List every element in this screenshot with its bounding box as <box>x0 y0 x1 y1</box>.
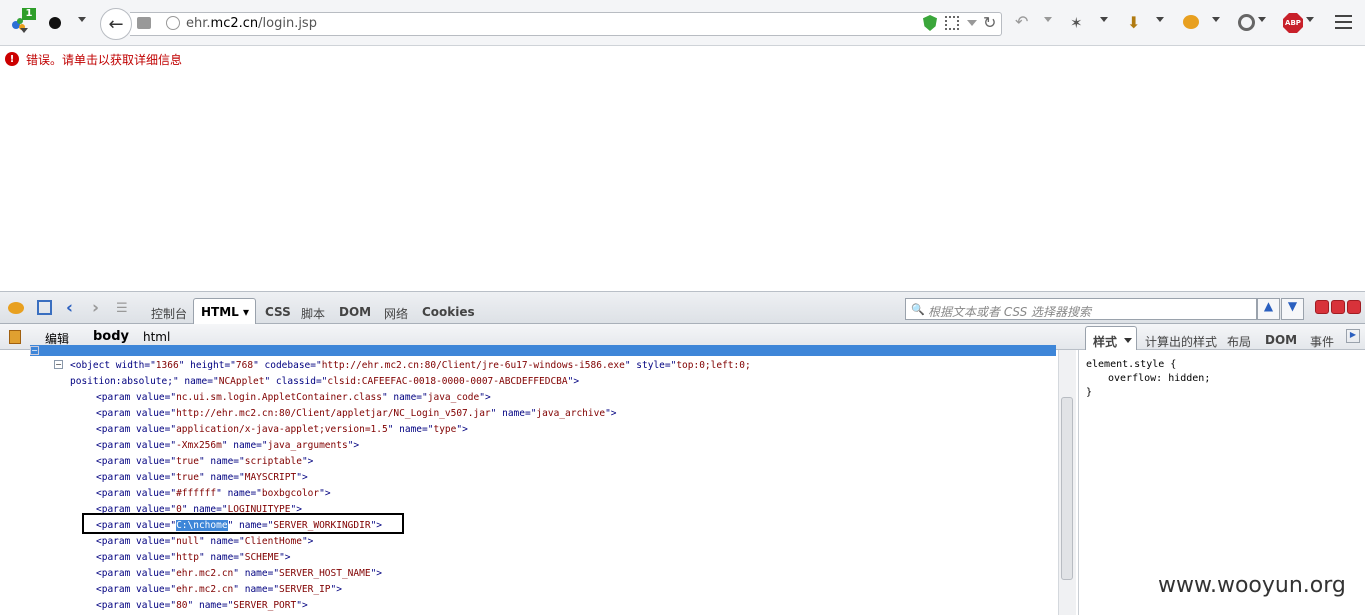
error-icon[interactable]: ! <box>5 52 19 66</box>
url-text[interactable]: ehr.mc2.cn/login.jsp <box>186 16 317 31</box>
menu-icon[interactable] <box>1335 15 1352 29</box>
close-button[interactable] <box>1347 300 1361 314</box>
tab-css[interactable]: CSS <box>265 305 291 319</box>
collapse-icon[interactable]: − <box>54 360 63 369</box>
more-tabs-icon[interactable]: ▶ <box>1346 329 1360 343</box>
addon-icon[interactable] <box>1238 14 1255 31</box>
search-input[interactable]: 🔍 根据文本或者 CSS 选择器搜索 <box>905 298 1257 320</box>
scrollbar-thumb[interactable] <box>1061 397 1073 580</box>
qrcode-icon[interactable] <box>945 16 959 30</box>
search-next-button[interactable]: ▼ <box>1281 298 1304 320</box>
back-button[interactable]: ← <box>100 8 132 40</box>
page-icon <box>137 17 151 29</box>
code-line[interactable]: <param value="application/x-java-applet;… <box>96 424 468 435</box>
dropdown-icon[interactable] <box>967 20 977 26</box>
chevron-down-icon[interactable] <box>1306 17 1314 22</box>
highlight-box <box>82 513 404 534</box>
search-icon: 🔍 <box>911 303 925 316</box>
minimize-button[interactable] <box>1315 300 1329 314</box>
download-icon[interactable]: ⬇ <box>1127 13 1140 32</box>
watermark: www.wooyun.org <box>1158 573 1346 598</box>
search-prev-button[interactable]: ▲ <box>1257 298 1280 320</box>
code-line[interactable]: <object width="1366" height="768" codeba… <box>70 360 751 371</box>
css-property[interactable]: overflow: hidden; <box>1108 373 1210 384</box>
chevron-down-icon[interactable] <box>78 17 86 22</box>
chevron-down-icon[interactable] <box>1156 17 1164 22</box>
forward-arrow-icon[interactable]: › <box>92 298 99 318</box>
breadcrumb-body[interactable]: body <box>93 329 129 344</box>
side-tabbar: 样式 计算出的样式 布局 DOM 事件 ▶ <box>1078 324 1365 350</box>
breadcrumb-html[interactable]: html <box>143 330 170 344</box>
code-line[interactable]: <param value="-Xmx256m" name="java_argum… <box>96 440 359 451</box>
record-icon[interactable] <box>49 17 61 29</box>
notification-badge: 1 <box>22 8 36 20</box>
detach-button[interactable] <box>1331 300 1345 314</box>
globe-icon <box>166 16 180 30</box>
tab-style[interactable]: 样式 <box>1093 333 1117 350</box>
code-line[interactable]: <param value="#ffffff" name="boxbgcolor"… <box>96 488 331 499</box>
chevron-down-icon[interactable] <box>1044 17 1052 22</box>
break-icon[interactable] <box>9 330 21 344</box>
chevron-down-icon[interactable] <box>1124 338 1132 343</box>
collapse-icon[interactable]: − <box>30 346 39 355</box>
css-close: } <box>1086 387 1093 398</box>
error-message[interactable]: 错误。请单击以获取详细信息 <box>26 51 182 68</box>
code-line[interactable]: <param value="ehr.mc2.cn" name="SERVER_I… <box>96 584 342 595</box>
code-line[interactable]: position:absolute;" name="NCApplet" clas… <box>70 376 579 387</box>
firebug-icon[interactable] <box>1183 15 1199 29</box>
tab-dom[interactable]: DOM <box>339 305 371 319</box>
code-line[interactable]: <param value="80" name="SERVER_PORT"> <box>96 600 308 611</box>
chevron-down-icon[interactable] <box>1258 17 1266 22</box>
code-line[interactable]: <param value="http" name="SCHEME"> <box>96 552 291 563</box>
code-line[interactable]: <param value="true" name="scriptable"> <box>96 456 313 467</box>
tab-events[interactable]: 事件 <box>1310 333 1334 350</box>
list-icon[interactable]: ☰ <box>116 301 128 316</box>
reload-icon[interactable]: ↻ <box>983 13 996 32</box>
tab-console[interactable]: 控制台 <box>151 305 187 322</box>
code-line[interactable]: <param value="ehr.mc2.cn" name="SERVER_H… <box>96 568 382 579</box>
back-arrow-icon[interactable]: ‹ <box>66 298 73 318</box>
chevron-down-icon[interactable] <box>1100 17 1108 22</box>
tab-side-dom[interactable]: DOM <box>1265 333 1297 347</box>
chevron-down-icon[interactable] <box>20 28 28 33</box>
tool-icon[interactable]: ✶ <box>1070 14 1083 32</box>
inspect-icon[interactable] <box>37 300 52 315</box>
undo-icon[interactable]: ↶ <box>1015 12 1028 31</box>
tab-cookies[interactable]: Cookies <box>422 305 475 319</box>
tab-html[interactable]: HTML ▾ <box>193 298 256 325</box>
code-line[interactable]: <param value="nc.ui.sm.login.AppletConta… <box>96 392 491 403</box>
tab-net[interactable]: 网络 <box>384 305 408 322</box>
code-line[interactable]: <param value="true" name="MAYSCRIPT"> <box>96 472 308 483</box>
code-line[interactable]: <param value="null" name="ClientHome"> <box>96 536 313 547</box>
code-line[interactable]: <param value="http://ehr.mc2.cn:80/Clien… <box>96 408 617 419</box>
css-selector[interactable]: element.style { <box>1086 359 1176 370</box>
tab-layout[interactable]: 布局 <box>1227 333 1251 350</box>
adblock-icon[interactable]: ABP <box>1283 13 1303 33</box>
firebug-icon[interactable] <box>8 302 24 314</box>
chevron-down-icon[interactable] <box>1212 17 1220 22</box>
tab-script[interactable]: 脚本 <box>301 305 325 322</box>
tab-computed[interactable]: 计算出的样式 <box>1145 333 1217 350</box>
